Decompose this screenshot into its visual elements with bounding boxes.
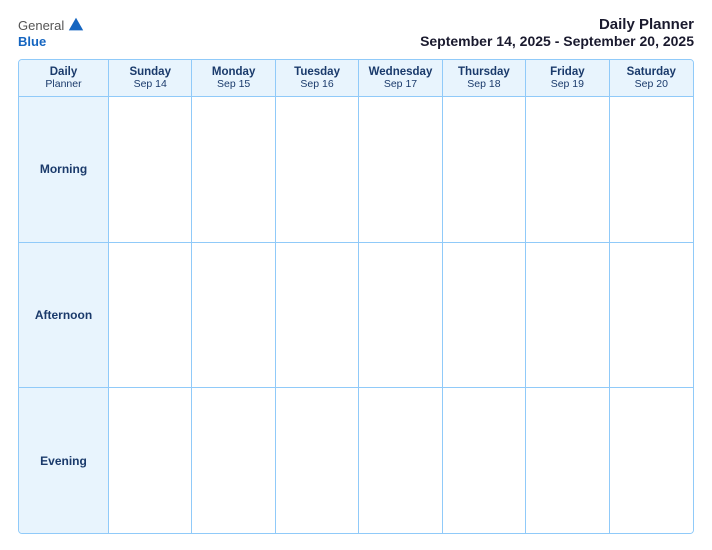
cal-row-2: Evening bbox=[19, 388, 693, 533]
header-label-line2: Planner bbox=[23, 78, 104, 90]
cell-2-2[interactable] bbox=[276, 388, 359, 533]
logo-icon bbox=[67, 16, 85, 34]
cell-2-3[interactable] bbox=[359, 388, 442, 533]
col-day-date: Sep 16 bbox=[280, 78, 354, 90]
cell-1-1[interactable] bbox=[192, 243, 275, 388]
cal-row-0: Morning bbox=[19, 97, 693, 243]
cell-0-3[interactable] bbox=[359, 97, 442, 242]
col-day-name: Sunday bbox=[113, 66, 187, 78]
header-col-0: Sunday Sep 14 bbox=[109, 60, 192, 96]
col-day-date: Sep 14 bbox=[113, 78, 187, 90]
row-label-1: Afternoon bbox=[19, 243, 109, 388]
cell-2-5[interactable] bbox=[526, 388, 609, 533]
cell-1-2[interactable] bbox=[276, 243, 359, 388]
planner-title: Daily Planner bbox=[420, 16, 694, 33]
header-col-6: Saturday Sep 20 bbox=[610, 60, 693, 96]
logo-blue-text: Blue bbox=[18, 34, 46, 49]
col-day-name: Friday bbox=[530, 66, 604, 78]
cell-1-6[interactable] bbox=[610, 243, 693, 388]
logo-area: General Blue bbox=[18, 16, 85, 49]
cell-1-5[interactable] bbox=[526, 243, 609, 388]
page: General Blue Daily Planner September 14,… bbox=[0, 0, 712, 550]
header-col-5: Friday Sep 19 bbox=[526, 60, 609, 96]
col-day-date: Sep 20 bbox=[614, 78, 689, 90]
col-day-name: Wednesday bbox=[363, 66, 437, 78]
cell-2-0[interactable] bbox=[109, 388, 192, 533]
date-range: September 14, 2025 - September 20, 2025 bbox=[420, 33, 694, 49]
cell-2-4[interactable] bbox=[443, 388, 526, 533]
cell-0-4[interactable] bbox=[443, 97, 526, 242]
header-col-3: Wednesday Sep 17 bbox=[359, 60, 442, 96]
cell-0-5[interactable] bbox=[526, 97, 609, 242]
cell-0-2[interactable] bbox=[276, 97, 359, 242]
cell-1-0[interactable] bbox=[109, 243, 192, 388]
cell-2-1[interactable] bbox=[192, 388, 275, 533]
col-day-name: Saturday bbox=[614, 66, 689, 78]
col-day-date: Sep 17 bbox=[363, 78, 437, 90]
header-col-4: Thursday Sep 18 bbox=[443, 60, 526, 96]
col-day-date: Sep 19 bbox=[530, 78, 604, 90]
row-label-text: Afternoon bbox=[35, 308, 92, 322]
row-label-2: Evening bbox=[19, 388, 109, 533]
row-label-0: Morning bbox=[19, 97, 109, 242]
col-day-date: Sep 18 bbox=[447, 78, 521, 90]
logo-general-text: General bbox=[18, 18, 64, 33]
header-col-1: Monday Sep 15 bbox=[192, 60, 275, 96]
cell-2-6[interactable] bbox=[610, 388, 693, 533]
cell-0-6[interactable] bbox=[610, 97, 693, 242]
row-label-text: Evening bbox=[40, 454, 87, 468]
header-col-2: Tuesday Sep 16 bbox=[276, 60, 359, 96]
col-day-name: Tuesday bbox=[280, 66, 354, 78]
logo-text: General bbox=[18, 16, 85, 34]
cell-0-1[interactable] bbox=[192, 97, 275, 242]
title-area: Daily Planner September 14, 2025 - Septe… bbox=[420, 16, 694, 49]
header: General Blue Daily Planner September 14,… bbox=[18, 16, 694, 49]
cell-1-3[interactable] bbox=[359, 243, 442, 388]
header-label-cell: Daily Planner bbox=[19, 60, 109, 96]
calendar-header-row: Daily Planner Sunday Sep 14 Monday Sep 1… bbox=[19, 60, 693, 97]
col-day-name: Thursday bbox=[447, 66, 521, 78]
header-label-line1: Daily bbox=[23, 66, 104, 78]
calendar: Daily Planner Sunday Sep 14 Monday Sep 1… bbox=[18, 59, 694, 534]
cal-row-1: Afternoon bbox=[19, 243, 693, 389]
cell-0-0[interactable] bbox=[109, 97, 192, 242]
col-day-name: Monday bbox=[196, 66, 270, 78]
row-label-text: Morning bbox=[40, 162, 87, 176]
cell-1-4[interactable] bbox=[443, 243, 526, 388]
col-day-date: Sep 15 bbox=[196, 78, 270, 90]
calendar-body: Morning Afternoon Evening bbox=[19, 97, 693, 533]
